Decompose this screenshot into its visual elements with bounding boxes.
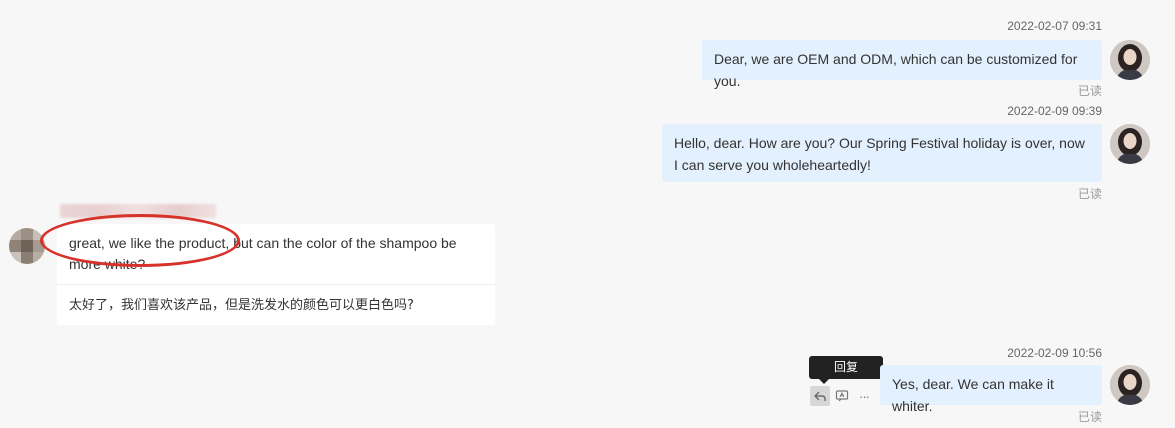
avatar[interactable]: [1110, 40, 1150, 80]
translate-icon: [835, 390, 849, 402]
read-status: 已读: [1077, 84, 1102, 98]
message-timestamp: 2022-02-09 10:56: [1007, 346, 1102, 360]
outgoing-message-bubble[interactable]: Yes, dear. We can make it whiter.: [880, 365, 1102, 414]
avatar[interactable]: [1110, 124, 1150, 164]
reply-tooltip: 回复: [809, 356, 883, 384]
outgoing-message-bubble[interactable]: Hello, dear. How are you? Our Spring Fes…: [662, 124, 1102, 182]
customer-avatar-pixelated: [9, 228, 45, 264]
more-button[interactable]: ···: [854, 386, 874, 406]
reply-icon: [814, 391, 826, 401]
agent-avatar-image: [1110, 365, 1150, 405]
avatar[interactable]: [1110, 365, 1150, 405]
message-text: Yes, dear. We can make it whiter.: [892, 376, 1054, 414]
more-icon: ···: [859, 388, 870, 404]
sender-name-redacted: [60, 204, 216, 218]
outgoing-message-bubble[interactable]: Dear, we are OEM and ODM, which can be c…: [702, 40, 1102, 89]
read-status: 已读: [1077, 187, 1102, 201]
message-timestamp: 2022-02-09 09:39: [1007, 104, 1102, 118]
message-timestamp: 2022-02-07 09:31: [1007, 19, 1102, 33]
customer-avatar[interactable]: [9, 228, 45, 264]
message-text: Hello, dear. How are you? Our Spring Fes…: [674, 135, 1085, 173]
read-status: 已读: [1077, 410, 1102, 424]
agent-avatar-image: [1110, 40, 1150, 80]
reply-button[interactable]: [810, 386, 830, 406]
message-text: Dear, we are OEM and ODM, which can be c…: [714, 51, 1078, 89]
incoming-message-bubble[interactable]: great, we like the product, but can the …: [57, 224, 495, 325]
translate-button[interactable]: [832, 386, 852, 406]
message-translation: 太好了，我们喜欢该产品，但是洗发水的颜色可以更白色吗?: [69, 298, 414, 313]
agent-avatar-image: [1110, 124, 1150, 164]
message-text: great, we like the product, but can the …: [57, 224, 495, 285]
